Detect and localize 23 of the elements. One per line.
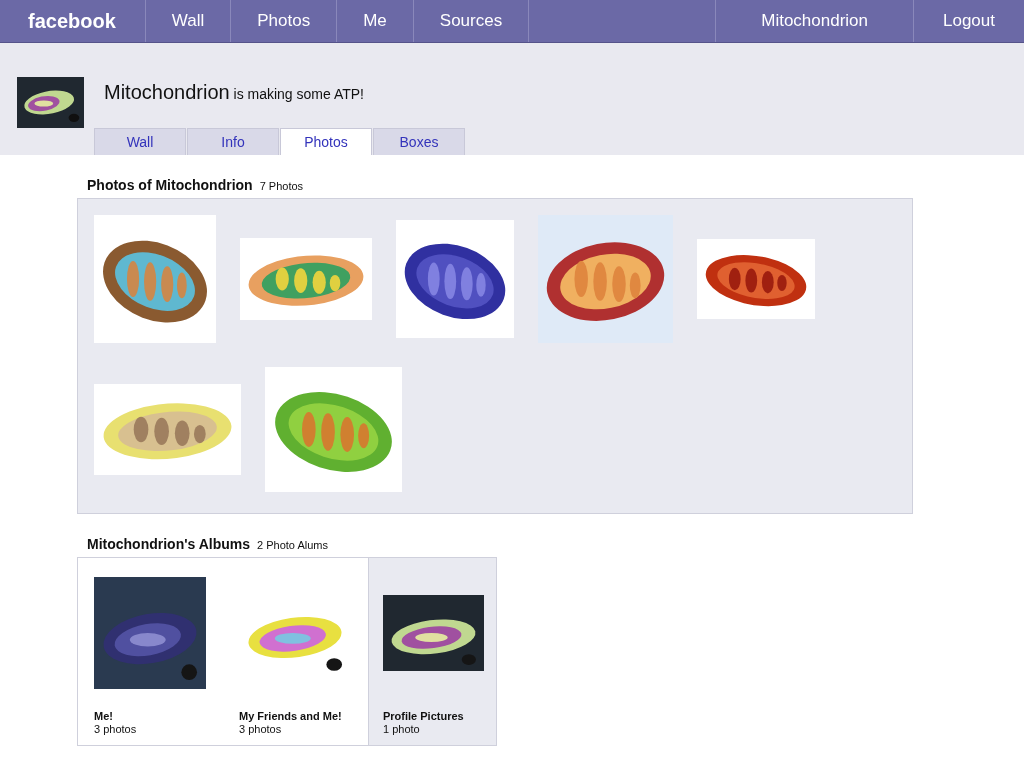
tab[interactable]: Boxes (373, 128, 465, 155)
section-title: Mitochondrion's Albums (87, 536, 251, 552)
tab[interactable]: Info (187, 128, 279, 155)
status-text: Mitochondrion is making some ATP! (104, 81, 364, 104)
user-link[interactable]: Mitochondrion (716, 0, 914, 42)
album-photo-count: 3 photos (239, 723, 283, 735)
nav-link[interactable]: Me (337, 0, 414, 42)
album-title[interactable]: My Friends and Me! (239, 710, 368, 722)
nav-link[interactable]: Wall (145, 0, 232, 42)
album-title[interactable]: Profile Pictures (383, 710, 496, 722)
section-title: Photos of Mitochondrion (87, 177, 253, 193)
tab[interactable]: Photos (280, 128, 372, 155)
album-card[interactable]: Profile Pictures 1 photo (368, 558, 496, 745)
album-photo-count: 3 photos (94, 723, 138, 735)
album-count: 2 Photo Alums (257, 539, 328, 551)
album-title[interactable]: Me! (94, 710, 223, 722)
nav-link[interactable]: Sources (413, 0, 530, 42)
logo[interactable]: facebook (0, 0, 146, 42)
logout-link[interactable]: Logout (914, 0, 1024, 42)
tab[interactable]: Wall (94, 128, 186, 155)
nav-link[interactable]: Photos (231, 0, 338, 42)
album-photo-count: 1 photo (383, 723, 421, 735)
photo-count: 7 Photos (259, 180, 304, 192)
